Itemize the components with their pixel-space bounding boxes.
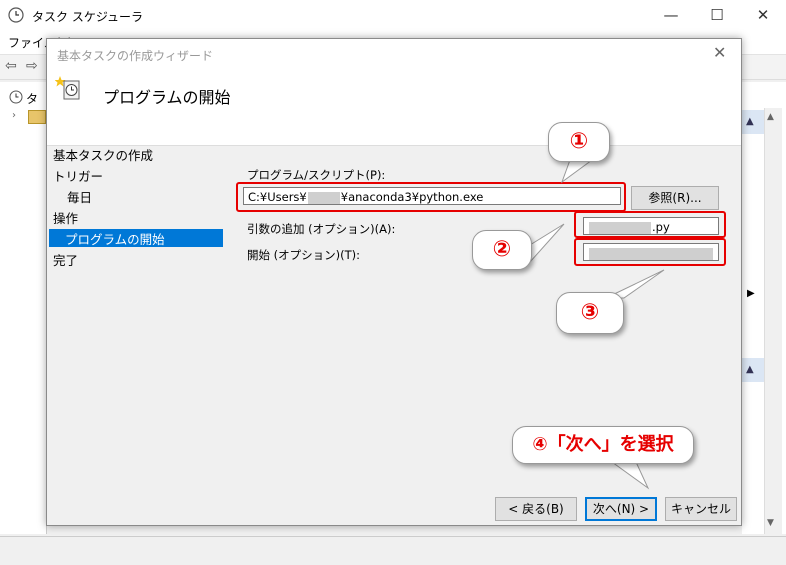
- callout-2: ②: [472, 230, 532, 270]
- callout-3: ③: [556, 292, 624, 334]
- callout-1: ①: [548, 122, 610, 162]
- callout-tails: [529, 159, 665, 490]
- callout-4-next: ④「次へ」を選択: [512, 426, 694, 464]
